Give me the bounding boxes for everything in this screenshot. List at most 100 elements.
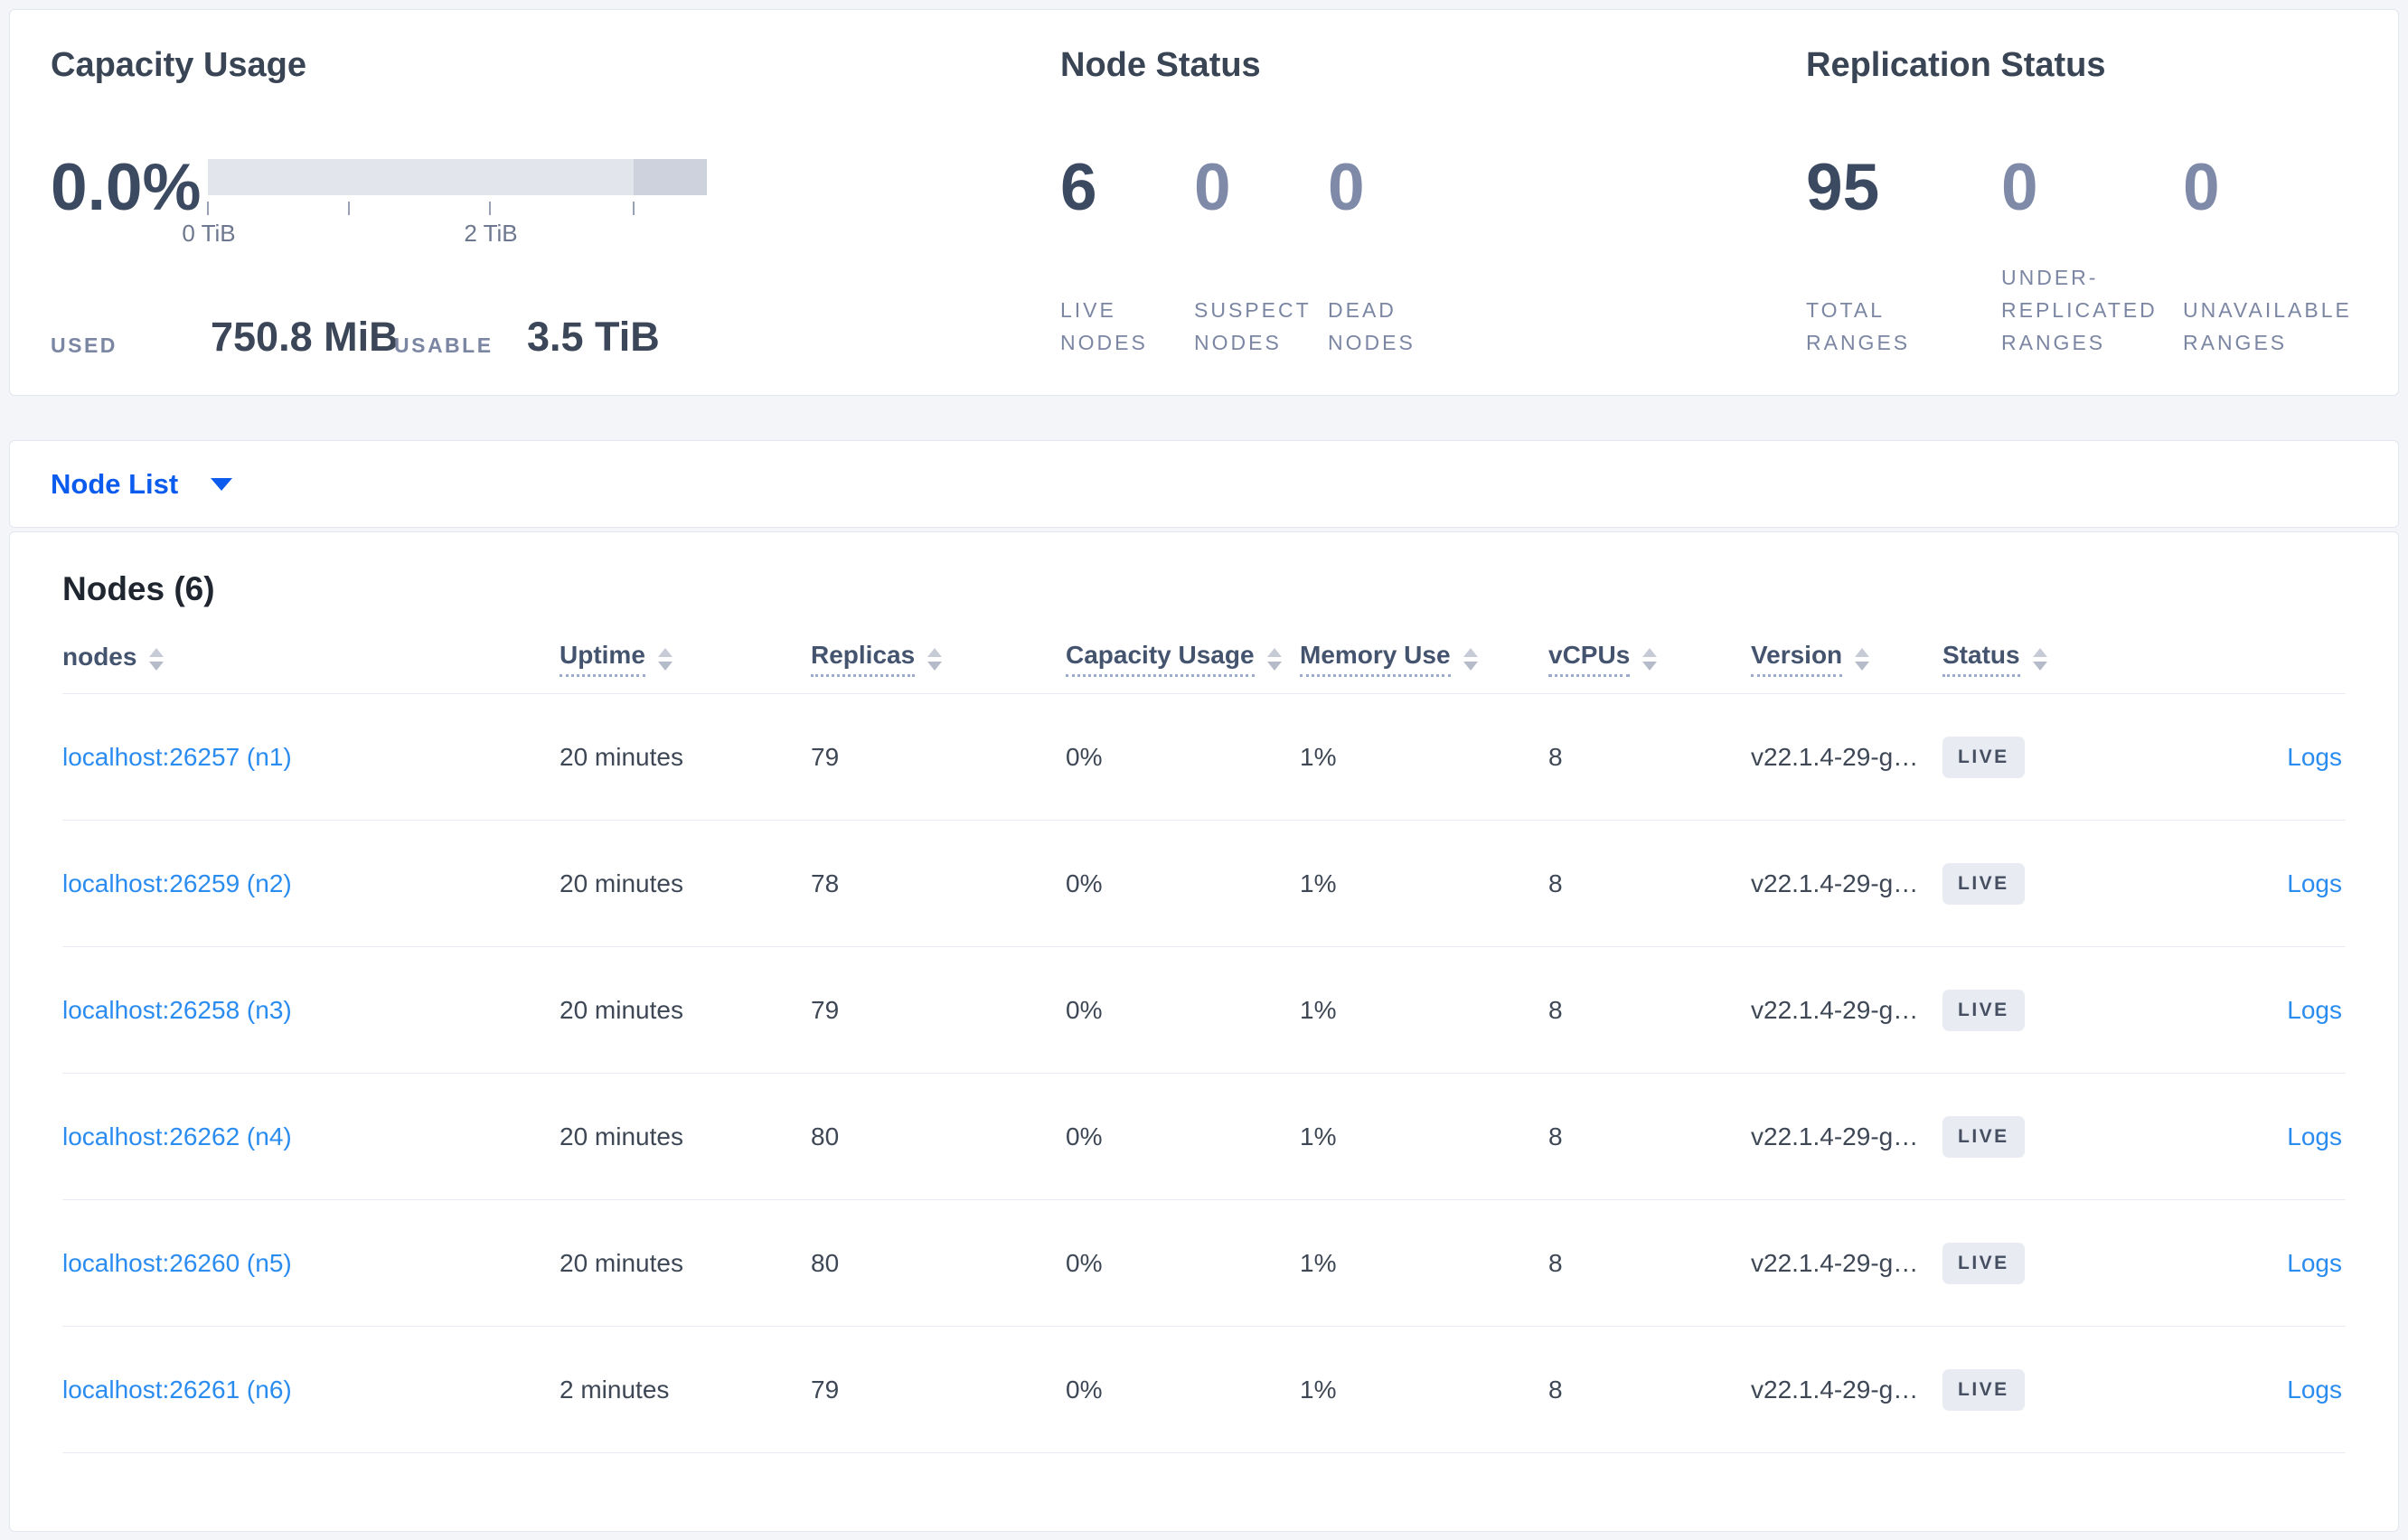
node-list-dropdown-label: Node List <box>51 467 179 500</box>
replicas-cell: 80 <box>811 1122 840 1150</box>
sort-icon <box>1642 647 1658 671</box>
capacity-cell: 0% <box>1066 1375 1103 1404</box>
capacity-usage-title: Capacity Usage <box>51 46 307 84</box>
column-header-vcpus[interactable]: vCPUs <box>1548 641 1751 677</box>
column-header-version[interactable]: Version <box>1751 641 1942 677</box>
axis-tick-label: 2 TiB <box>464 220 518 247</box>
memory-cell: 1% <box>1300 742 1337 771</box>
sort-icon <box>149 647 165 671</box>
logs-link[interactable]: Logs <box>2287 1376 2342 1404</box>
version-cell: v22.1.4-29-g… <box>1751 995 1919 1024</box>
column-header-nodes[interactable]: nodes <box>62 643 560 676</box>
status-badge: LIVE <box>1942 862 2025 905</box>
column-header-label: Capacity Usage <box>1066 641 1255 677</box>
replication-status-title: Replication Status <box>1806 46 2106 84</box>
logs-link[interactable]: Logs <box>2287 1249 2342 1277</box>
column-header-label: Replicas <box>811 641 916 677</box>
sort-icon <box>657 647 673 671</box>
logs-link[interactable]: Logs <box>2287 996 2342 1024</box>
node-list-dropdown[interactable]: Node List <box>51 467 233 501</box>
used-value: 750.8 MiB <box>211 314 399 360</box>
table-row: localhost:26257 (n1) 20 minutes 79 0% 1%… <box>62 694 2346 821</box>
cluster-summary-panel: Capacity Usage 0.0% 0 TiB 2 TiB USED 750… <box>9 9 2399 396</box>
dead-nodes-label: DEAD NODES <box>1328 298 1416 354</box>
vcpus-cell: 8 <box>1548 1248 1563 1277</box>
capacity-cell: 0% <box>1066 995 1103 1024</box>
memory-cell: 1% <box>1300 1248 1337 1277</box>
uptime-cell: 20 minutes <box>560 869 683 897</box>
capacity-cell: 0% <box>1066 1122 1103 1150</box>
version-cell: v22.1.4-29-g… <box>1751 869 1919 897</box>
replicas-cell: 79 <box>811 995 840 1024</box>
memory-cell: 1% <box>1300 869 1337 897</box>
column-header-capacity-usage[interactable]: Capacity Usage <box>1066 641 1300 677</box>
node-link[interactable]: localhost:26259 (n2) <box>62 869 292 897</box>
memory-cell: 1% <box>1300 995 1337 1024</box>
node-link[interactable]: localhost:26257 (n1) <box>62 743 292 771</box>
live-nodes-count: 6 <box>1060 151 1097 224</box>
version-cell: v22.1.4-29-g… <box>1751 1248 1919 1277</box>
unavailable-ranges-label: UNAVAILABLE RANGES <box>2183 298 2352 354</box>
node-status-title: Node Status <box>1060 46 1261 84</box>
status-badge: LIVE <box>1942 736 2025 778</box>
uptime-cell: 2 minutes <box>560 1375 670 1404</box>
column-header-label: Version <box>1751 641 1843 677</box>
status-badge: LIVE <box>1942 1115 2025 1158</box>
uptime-cell: 20 minutes <box>560 742 683 771</box>
usable-value: 3.5 TiB <box>527 314 660 360</box>
table-row: localhost:26262 (n4) 20 minutes 80 0% 1%… <box>62 1074 2346 1200</box>
column-header-label: Uptime <box>560 641 645 677</box>
axis-tick <box>348 202 350 215</box>
sort-icon <box>927 647 943 671</box>
vcpus-cell: 8 <box>1548 1122 1563 1150</box>
table-row: localhost:26258 (n3) 20 minutes 79 0% 1%… <box>62 947 2346 1074</box>
sort-icon <box>2032 647 2047 671</box>
column-header-label: nodes <box>62 642 137 671</box>
node-link[interactable]: localhost:26258 (n3) <box>62 996 292 1024</box>
table-row: localhost:26261 (n6) 2 minutes 79 0% 1% … <box>62 1327 2346 1453</box>
total-ranges-label: TOTAL RANGES <box>1806 298 1911 354</box>
logs-link[interactable]: Logs <box>2287 743 2342 771</box>
column-header-label: vCPUs <box>1548 641 1631 677</box>
column-header-uptime[interactable]: Uptime <box>560 641 811 677</box>
uptime-cell: 20 minutes <box>560 1248 683 1277</box>
sort-icon <box>1855 647 1870 671</box>
used-label: USED <box>51 333 118 357</box>
node-link[interactable]: localhost:26260 (n5) <box>62 1249 292 1277</box>
vcpus-cell: 8 <box>1548 995 1563 1024</box>
unavailable-ranges-count: 0 <box>2183 151 2220 224</box>
status-badge: LIVE <box>1942 989 2025 1031</box>
column-header-memory-use[interactable]: Memory Use <box>1300 641 1548 677</box>
memory-cell: 1% <box>1300 1122 1337 1150</box>
version-cell: v22.1.4-29-g… <box>1751 742 1919 771</box>
axis-tick <box>633 202 635 215</box>
version-cell: v22.1.4-29-g… <box>1751 1375 1919 1404</box>
logs-link[interactable]: Logs <box>2287 869 2342 897</box>
capacity-usage-bar-segment <box>634 159 707 195</box>
uptime-cell: 20 minutes <box>560 1122 683 1150</box>
logs-link[interactable]: Logs <box>2287 1122 2342 1150</box>
vcpus-cell: 8 <box>1548 869 1563 897</box>
capacity-cell: 0% <box>1066 1248 1103 1277</box>
sort-icon <box>1463 647 1478 671</box>
under-replicated-ranges-label: UNDER-REPLICATED RANGES <box>2001 266 2158 354</box>
axis-tick <box>489 202 491 215</box>
sort-icon <box>1266 647 1282 671</box>
column-header-replicas[interactable]: Replicas <box>811 641 1066 677</box>
suspect-nodes-count: 0 <box>1194 151 1231 224</box>
vcpus-cell: 8 <box>1548 1375 1563 1404</box>
under-replicated-ranges-count: 0 <box>2001 151 2038 224</box>
table-row: localhost:26259 (n2) 20 minutes 78 0% 1%… <box>62 821 2346 947</box>
nodes-table-title: Nodes (6) <box>62 570 215 607</box>
axis-tick-label: 0 TiB <box>182 220 236 247</box>
uptime-cell: 20 minutes <box>560 995 683 1024</box>
capacity-usage-bar <box>208 159 707 195</box>
column-header-status[interactable]: Status <box>1942 641 2143 677</box>
replicas-cell: 78 <box>811 869 840 897</box>
chevron-down-icon <box>211 477 233 491</box>
column-header-label: Memory Use <box>1300 641 1451 677</box>
live-nodes-label: LIVE NODES <box>1060 298 1148 354</box>
node-link[interactable]: localhost:26261 (n6) <box>62 1376 292 1404</box>
vcpus-cell: 8 <box>1548 742 1563 771</box>
node-link[interactable]: localhost:26262 (n4) <box>62 1122 292 1150</box>
